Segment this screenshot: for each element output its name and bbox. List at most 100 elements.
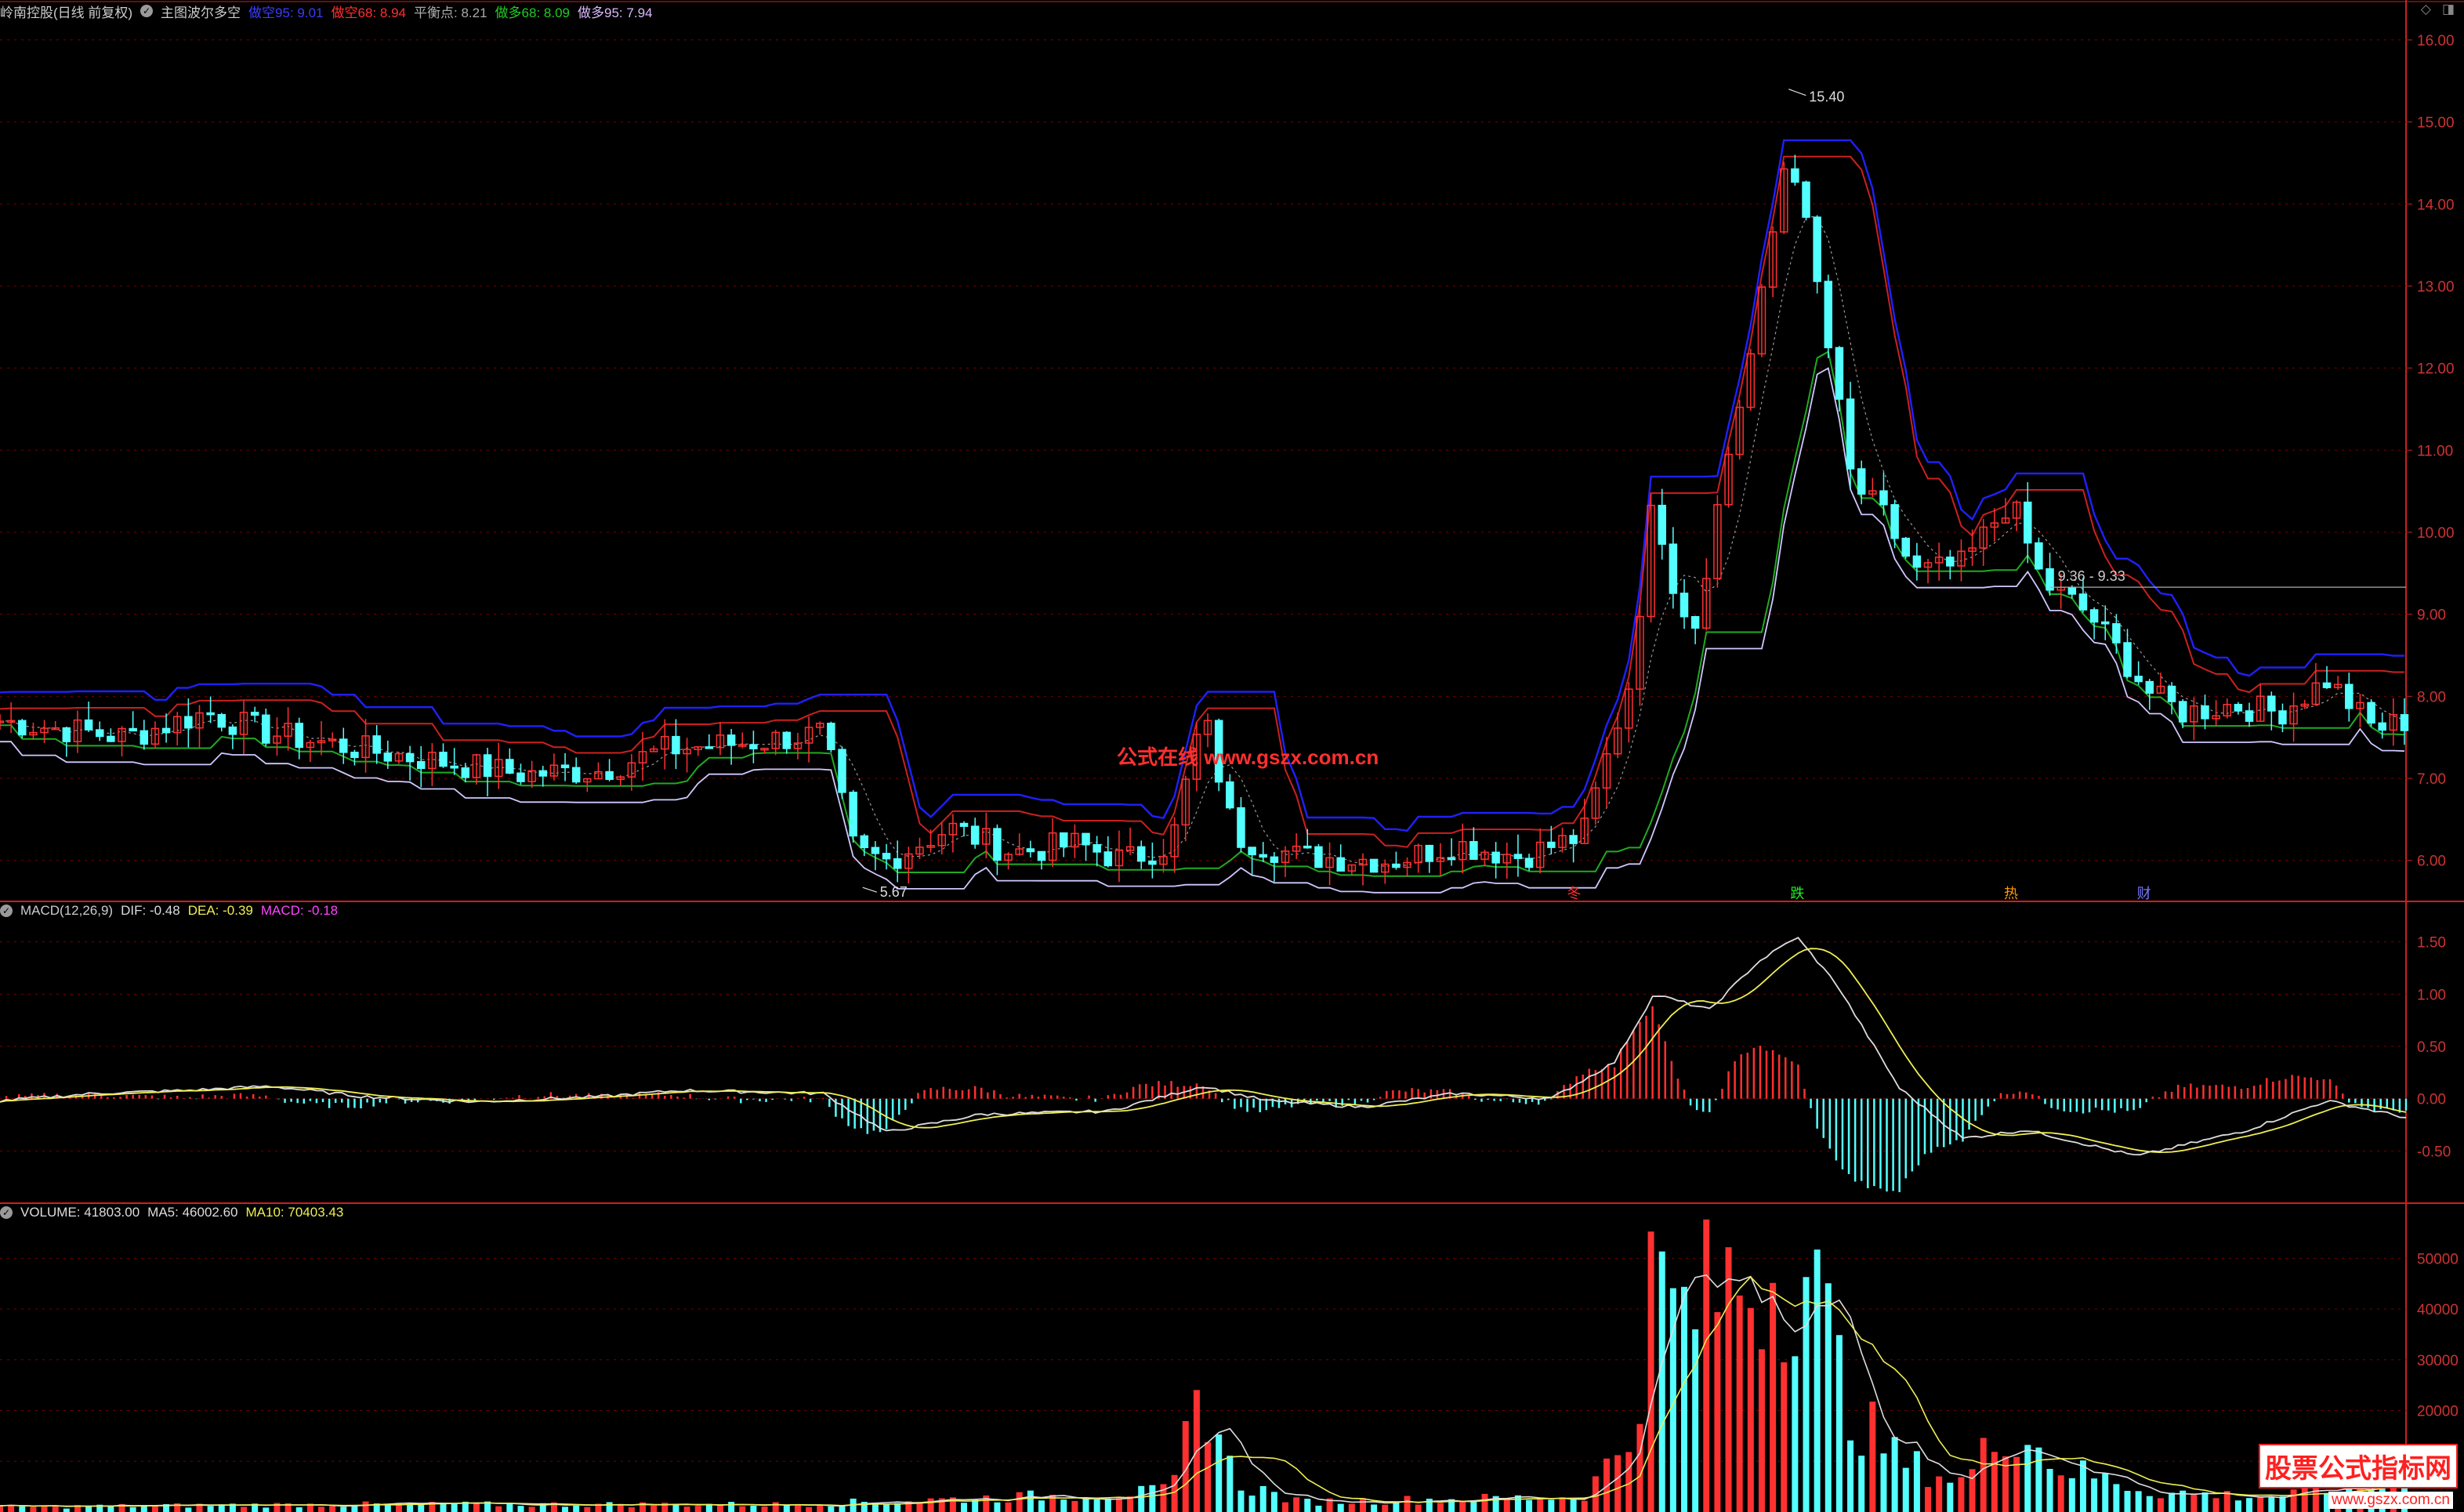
- volume-bar: [694, 1506, 701, 1512]
- dea-line: [0, 948, 2407, 1154]
- macd-tick-label: 0.00: [2417, 1092, 2446, 1108]
- brand-logo: 股票公式指标网: [2259, 1444, 2458, 1488]
- candle-body: [1469, 841, 1478, 860]
- candle-body: [849, 792, 857, 837]
- candle-body: [538, 770, 548, 777]
- candle-body: [1946, 557, 1955, 567]
- volume-bar: [1205, 1441, 1212, 1512]
- candle-body: [2167, 685, 2176, 702]
- volume-bar: [2257, 1497, 2264, 1512]
- price-tick-label: 16.00: [2417, 33, 2455, 49]
- price-tick-label: 13.00: [2417, 279, 2455, 296]
- volume-tick-label: 50000: [2417, 1251, 2459, 1267]
- window-icon[interactable]: ◨: [2442, 2, 2455, 17]
- volume-toggle-icon[interactable]: ✓: [0, 1206, 13, 1219]
- candle-body: [2234, 704, 2243, 712]
- candle-body: [882, 853, 891, 860]
- volume-bar: [418, 1503, 425, 1512]
- candle-body: [1336, 857, 1345, 872]
- volume-bar: [584, 1507, 591, 1512]
- volume-bar: [2201, 1492, 2209, 1512]
- candle-body: [18, 720, 27, 736]
- volume-bar: [528, 1507, 535, 1512]
- volume-bar: [1470, 1502, 1477, 1512]
- volume-bar: [1947, 1482, 1954, 1512]
- candle-body: [1813, 216, 1821, 282]
- candle-body: [1680, 593, 1689, 618]
- volume-bar: [2046, 1468, 2053, 1512]
- corner-controls: ◇ ◨: [2421, 2, 2455, 17]
- volume-bar: [972, 1499, 979, 1512]
- volume-bar: [2002, 1456, 2009, 1512]
- candle-body: [1148, 860, 1157, 865]
- candle-body: [339, 738, 348, 753]
- volume-bar: [2079, 1460, 2086, 1512]
- volume-bar: [1526, 1499, 1533, 1512]
- band-short95: [0, 139, 2404, 832]
- candle-body: [1082, 832, 1090, 846]
- volume-bar: [1060, 1499, 1067, 1512]
- volume-bar: [351, 1506, 358, 1512]
- candle-body: [1524, 858, 1534, 868]
- volume-bar: [716, 1505, 723, 1512]
- volume-bar: [961, 1503, 968, 1512]
- volume-bar: [1913, 1451, 1920, 1512]
- price-tick-label: 15.00: [2417, 115, 2455, 132]
- volume-bar: [340, 1507, 347, 1512]
- volume-bar: [650, 1505, 658, 1512]
- macd-title: MACD(12,26,9): [20, 903, 114, 918]
- volume-bar: [1359, 1498, 1366, 1512]
- candle-body: [107, 735, 115, 742]
- candle-body: [1791, 168, 1799, 183]
- candle-body: [2123, 642, 2132, 677]
- macd-toggle-icon[interactable]: ✓: [0, 905, 13, 917]
- candle-body: [483, 754, 492, 778]
- volume-bar: [1869, 1401, 1876, 1512]
- legend-short68: 做空68: 8.94: [331, 5, 406, 20]
- candle-body: [1314, 846, 1323, 868]
- candle-body: [1259, 854, 1267, 858]
- volume-bar: [1658, 1251, 1665, 1512]
- volume-bar: [1393, 1503, 1400, 1512]
- volume-bar: [1404, 1496, 1411, 1512]
- volume-bar: [2102, 1473, 2109, 1512]
- diamond-icon[interactable]: ◇: [2421, 2, 2431, 17]
- candle-body: [672, 735, 680, 755]
- volume-bar: [794, 1504, 801, 1512]
- candle-body: [2178, 701, 2187, 723]
- candle-body: [1835, 346, 1844, 400]
- ma5-line: [0, 1274, 2405, 1507]
- candle-body: [161, 727, 171, 734]
- low-pointer: [862, 887, 877, 893]
- volume-bar: [1936, 1476, 1943, 1512]
- indicator-name: 主图波尔多空: [161, 5, 241, 20]
- volume-bar: [1570, 1499, 1577, 1512]
- candle-body: [605, 771, 614, 781]
- volume-bar: [1027, 1490, 1034, 1512]
- candle-body: [450, 765, 458, 769]
- volume-bar: [1559, 1497, 1566, 1512]
- candle-body: [1425, 844, 1434, 862]
- volume-bar: [728, 1502, 735, 1512]
- volume-bar: [1382, 1504, 1389, 1512]
- volume-bar: [85, 1507, 92, 1512]
- candle-body: [1226, 781, 1234, 809]
- candle-body: [860, 835, 869, 849]
- volume-ma5: MA5: 46002.60: [147, 1205, 238, 1220]
- volume-bar: [2190, 1493, 2198, 1512]
- price-tick-label: 9.00: [2417, 607, 2446, 624]
- price-tick-label: 12.00: [2417, 361, 2455, 378]
- volume-bar: [1758, 1349, 1765, 1512]
- band-long95: [0, 367, 2405, 894]
- indicator-toggle-icon[interactable]: ✓: [140, 5, 154, 17]
- volume-bar: [1315, 1505, 1322, 1512]
- candle-body: [705, 746, 714, 749]
- volume-bar: [2157, 1498, 2164, 1512]
- candle-body: [1669, 543, 1678, 594]
- candle-body: [2035, 542, 2043, 570]
- candle-body: [1547, 841, 1556, 848]
- volume-bar: [207, 1506, 214, 1512]
- volume-bar: [783, 1504, 790, 1512]
- candle-body: [2067, 586, 2077, 595]
- volume-bar: [2035, 1447, 2042, 1512]
